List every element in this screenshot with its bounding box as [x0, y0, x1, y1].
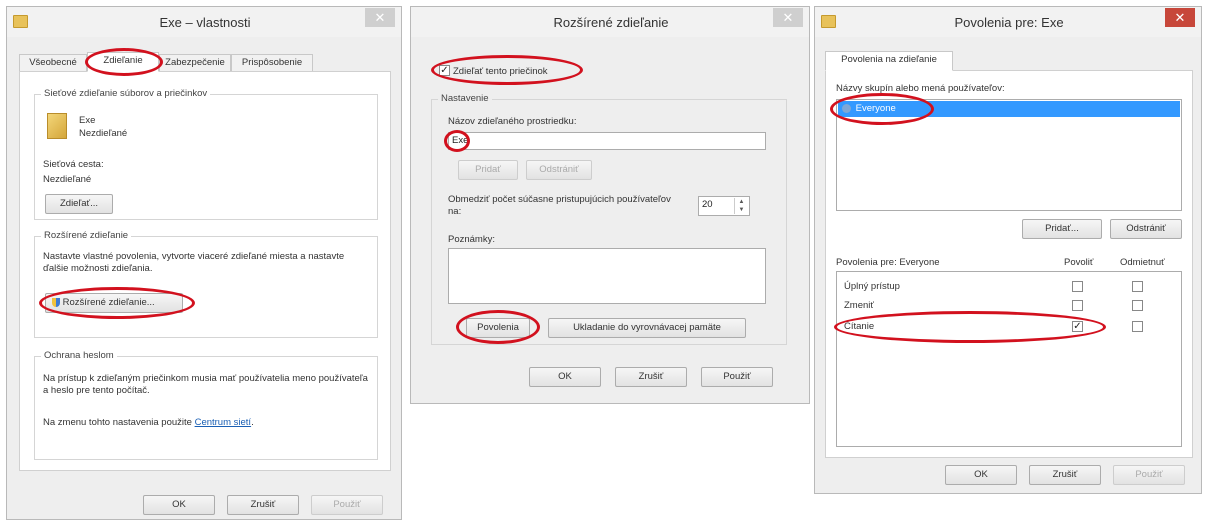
user-limit-value: 20 — [702, 199, 713, 210]
folder-icon — [47, 113, 67, 139]
advanced-sharing-dialog: Rozšírené zdieľanie ✕ ✓ Zdieľať tento pr… — [410, 6, 810, 404]
users-label: Názvy skupín alebo mená používateľov: — [836, 83, 1005, 94]
apply-button[interactable]: Použiť — [1113, 465, 1185, 485]
sentence-period: . — [251, 417, 254, 428]
permissions-header: Povolenia pre: Everyone — [836, 257, 940, 268]
network-path-value: Nezdieľané — [43, 174, 92, 185]
tab-security[interactable]: Zabezpečenie — [159, 54, 231, 72]
highlight-oval — [834, 311, 1106, 343]
ok-button[interactable]: OK — [529, 367, 601, 387]
cancel-button[interactable]: Zrušiť — [1029, 465, 1101, 485]
notes-textarea[interactable] — [448, 248, 766, 304]
add-button[interactable]: Pridať... — [1022, 219, 1102, 239]
title-bar[interactable]: Rozšírené zdieľanie ✕ — [411, 7, 809, 37]
allow-column-header: Povoliť — [1064, 257, 1094, 268]
tab-share-permissions[interactable]: Povolenia na zdieľanie — [825, 51, 953, 71]
notes-label: Poznámky: — [448, 234, 495, 245]
user-limit-label: Obmedziť počet súčasne pristupujúcich po… — [448, 194, 671, 217]
window-title: Rozšírené zdieľanie — [553, 15, 669, 30]
tab-panel: Sieťové zdieľanie súborov a priečinkov E… — [19, 71, 391, 471]
close-button[interactable]: ✕ — [365, 8, 395, 27]
deny-checkbox[interactable] — [1132, 321, 1143, 332]
highlight-oval — [431, 55, 583, 85]
cancel-button[interactable]: Zrušiť — [227, 495, 299, 515]
network-center-prefix: Na zmenu tohto nastavenia použite — [43, 417, 192, 428]
group-title: Nastavenie — [438, 93, 492, 104]
group-title: Ochrana heslom — [41, 350, 117, 361]
apply-button[interactable]: Použiť — [701, 367, 773, 387]
caching-button[interactable]: Ukladanie do vyrovnávacej pamäte — [548, 318, 746, 338]
ok-button[interactable]: OK — [143, 495, 215, 515]
network-center-link[interactable]: Centrum sietí — [195, 417, 252, 428]
window-title: Exe – vlastnosti — [159, 15, 251, 30]
network-sharing-group: Sieťové zdieľanie súborov a priečinkov E… — [34, 88, 378, 220]
group-title: Sieťové zdieľanie súborov a priečinkov — [41, 88, 211, 99]
remove-button[interactable]: Odstrániť — [1110, 219, 1182, 239]
tab-panel: Názvy skupín alebo mená používateľov: Ev… — [825, 70, 1193, 458]
highlight-oval — [444, 130, 470, 152]
network-path-label: Sieťová cesta: — [43, 159, 104, 170]
permission-name: Zmeniť — [844, 300, 874, 311]
cancel-button[interactable]: Zrušiť — [615, 367, 687, 387]
deny-checkbox[interactable] — [1132, 300, 1143, 311]
advanced-sharing-description: Nastavte vlastné povolenia, vytvorte via… — [43, 251, 345, 274]
allow-checkbox[interactable] — [1072, 281, 1083, 292]
permission-name: Úplný prístup — [844, 281, 900, 292]
folder-name: Exe — [79, 115, 96, 126]
allow-checkbox[interactable] — [1072, 300, 1083, 311]
spinner-arrows-icon[interactable]: ▲ ▼ — [734, 198, 748, 214]
apply-button[interactable]: Použiť — [311, 495, 383, 515]
password-description: Na prístup k zdieľaným priečinkom musia … — [43, 373, 368, 396]
folder-share-state: Nezdieľané — [79, 128, 128, 139]
share-button[interactable]: Zdieľať... — [45, 194, 113, 214]
close-button[interactable]: ✕ — [1165, 8, 1195, 27]
highlight-oval — [456, 310, 540, 344]
user-limit-spinner[interactable]: 20 ▲ ▼ — [698, 196, 750, 216]
window-title: Povolenia pre: Exe — [954, 15, 1064, 30]
group-title: Rozšírené zdieľanie — [41, 230, 132, 241]
highlight-oval — [39, 287, 195, 319]
add-button[interactable]: Pridať — [458, 160, 518, 180]
remove-button[interactable]: Odstrániť — [526, 160, 592, 180]
settings-group: Nastavenie Názov zdieľaného prostriedku:… — [431, 93, 787, 345]
permissions-list — [836, 271, 1182, 447]
ok-button[interactable]: OK — [945, 465, 1017, 485]
tab-general[interactable]: Všeobecné — [19, 54, 87, 72]
permissions-dialog: Povolenia pre: Exe ✕ Povolenia na zdieľa… — [814, 6, 1202, 494]
properties-window: Exe – vlastnosti ✕ Všeobecné Zdieľanie Z… — [6, 6, 402, 520]
deny-checkbox[interactable] — [1132, 281, 1143, 292]
advanced-sharing-group: Rozšírené zdieľanie Nastavte vlastné pov… — [34, 230, 378, 338]
deny-column-header: Odmietnuť — [1120, 257, 1165, 268]
close-button[interactable]: ✕ — [773, 8, 803, 27]
password-protection-group: Ochrana heslom Na prístup k zdieľaným pr… — [34, 350, 378, 460]
title-bar[interactable]: Exe – vlastnosti ✕ — [7, 7, 401, 37]
tab-customize[interactable]: Prispôsobenie — [231, 54, 313, 72]
share-name-label: Názov zdieľaného prostriedku: — [448, 116, 577, 127]
title-bar[interactable]: Povolenia pre: Exe ✕ — [815, 7, 1201, 37]
network-center-line: Na zmenu tohto nastavenia použite Centru… — [43, 417, 254, 428]
highlight-oval — [830, 93, 934, 125]
share-name-input[interactable]: Exe — [448, 132, 766, 150]
highlight-oval — [85, 48, 163, 76]
